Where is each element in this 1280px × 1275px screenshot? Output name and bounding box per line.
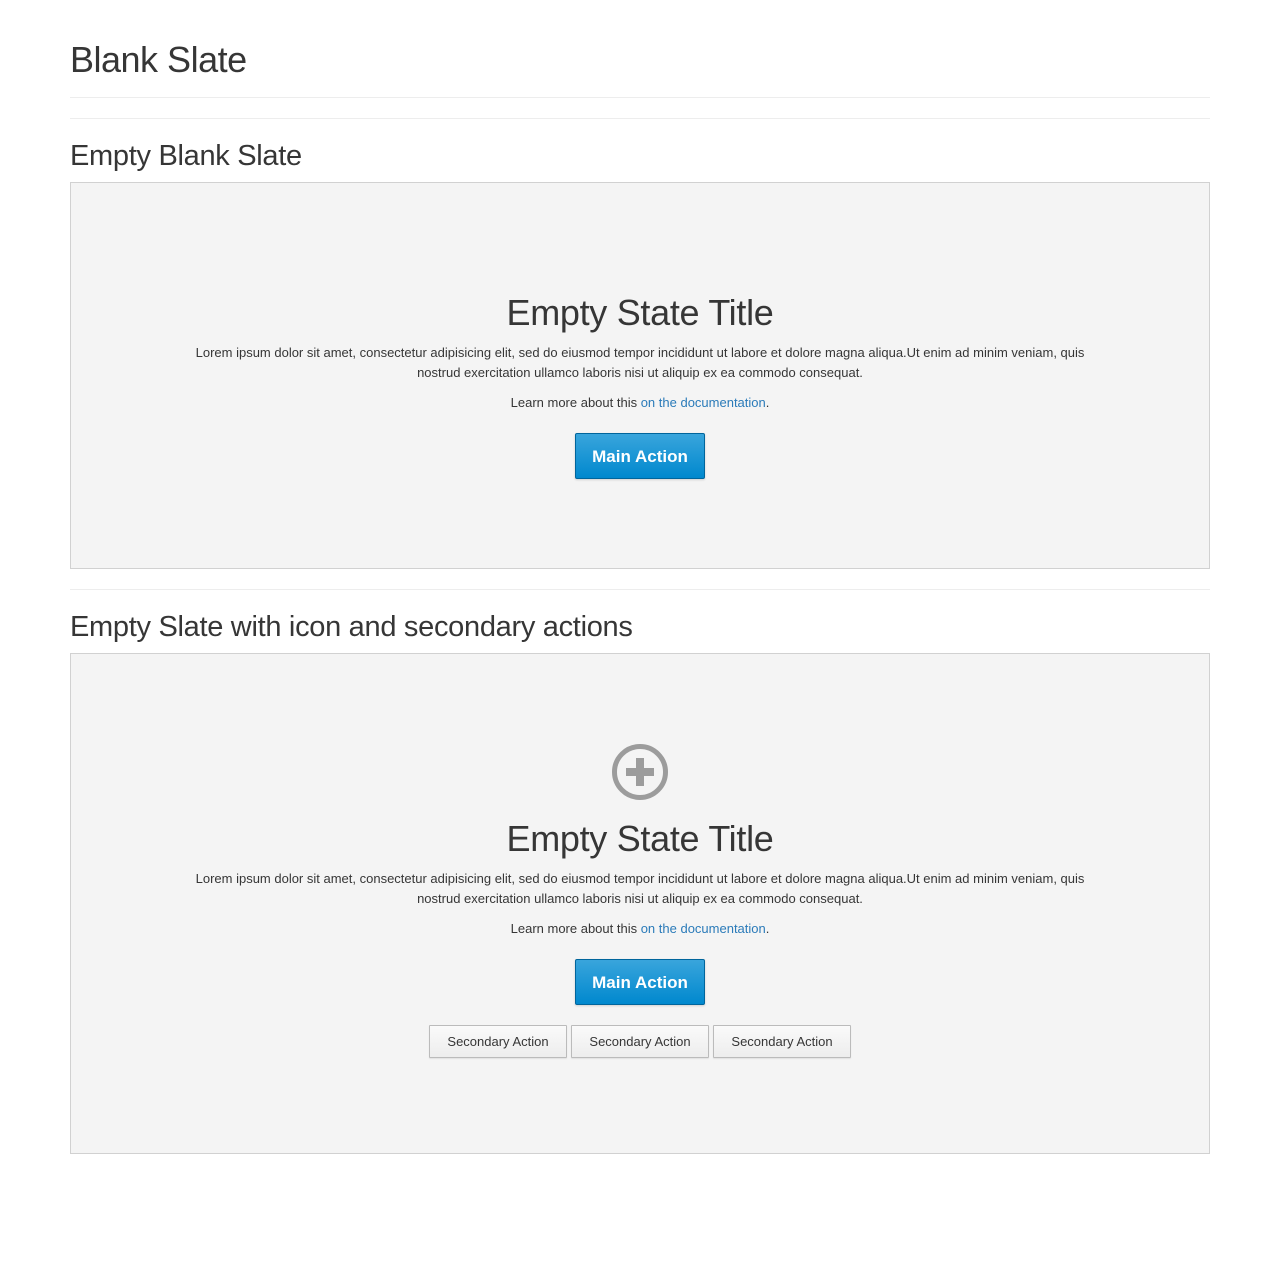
- add-circle-icon: [612, 744, 668, 800]
- empty-state-title: Empty State Title: [506, 292, 774, 333]
- secondary-action-button[interactable]: Secondary Action: [571, 1025, 709, 1058]
- learn-more-text: Learn more about this on the documentati…: [71, 393, 1209, 413]
- main-action-button[interactable]: Main Action: [575, 959, 705, 1005]
- documentation-link[interactable]: on the documentation: [641, 395, 766, 410]
- empty-state-description: Lorem ipsum dolor sit amet, consectetur …: [195, 871, 1085, 906]
- learn-more-text: Learn more about this on the documentati…: [71, 919, 1209, 939]
- empty-state-title: Empty State Title: [506, 818, 774, 859]
- learn-more-suffix: .: [765, 921, 770, 936]
- secondary-action-button[interactable]: Secondary Action: [713, 1025, 851, 1058]
- documentation-link[interactable]: on the documentation: [641, 921, 766, 936]
- learn-more-suffix: .: [765, 395, 770, 410]
- empty-state-description: Lorem ipsum dolor sit amet, consectetur …: [195, 345, 1085, 380]
- section-heading-empty-slate-with-icon: Empty Slate with icon and secondary acti…: [70, 611, 633, 643]
- blank-slate-panel-with-icon: Empty State Title Lorem ipsum dolor sit …: [70, 653, 1210, 1154]
- learn-more-prefix: Learn more about this: [510, 921, 641, 936]
- section-heading-empty-blank-slate: Empty Blank Slate: [70, 140, 302, 172]
- learn-more-prefix: Learn more about this: [510, 395, 641, 410]
- page-container: Blank Slate Empty Blank Slate Empty Stat…: [70, 0, 1210, 1154]
- secondary-action-button[interactable]: Secondary Action: [429, 1025, 567, 1058]
- page-divider: [70, 97, 1210, 98]
- page-title: Blank Slate: [70, 39, 247, 80]
- blank-slate-panel: Empty State Title Lorem ipsum dolor sit …: [70, 182, 1210, 569]
- secondary-actions-group: Secondary Action Secondary Action Second…: [71, 1025, 1209, 1058]
- main-action-button[interactable]: Main Action: [575, 433, 705, 479]
